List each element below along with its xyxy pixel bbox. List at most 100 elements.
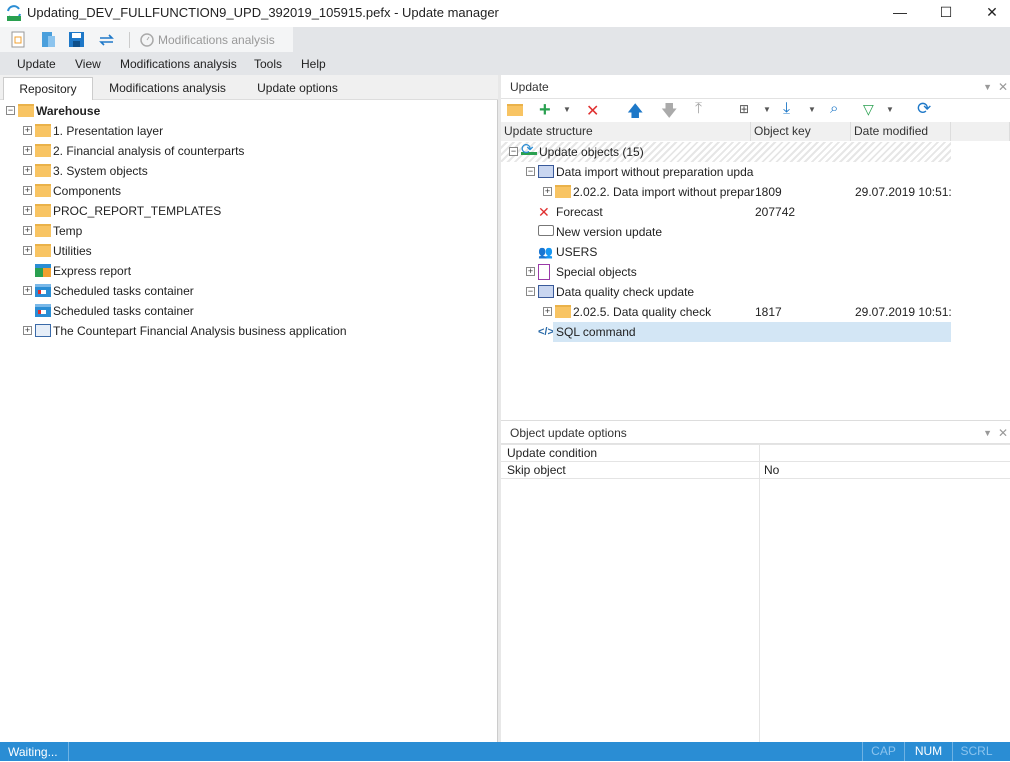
refresh-icon[interactable]: ⟳ xyxy=(917,99,931,119)
expand-icon[interactable]: + xyxy=(543,187,552,196)
folder-icon xyxy=(35,241,51,261)
update-toolbar: + ▼ ✕ 🡅 🡇 ⤒ ⊞ ▼ ⤓ ▼ ⌕ ▽ ▼ ⟳ xyxy=(501,99,1010,122)
expand-icon[interactable]: + xyxy=(23,206,32,215)
date-modified: 29.07.2019 10:51:29 xyxy=(855,305,951,319)
tree-item[interactable]: ✕ Forecast 207742 xyxy=(501,202,951,222)
collapse-icon[interactable]: − xyxy=(526,287,535,296)
menu-help[interactable]: Help xyxy=(301,57,326,71)
sync-icon[interactable] xyxy=(98,31,116,48)
expand-icon[interactable]: + xyxy=(23,146,32,155)
column-date-modified[interactable]: Date modified xyxy=(851,122,951,141)
object-key: 1809 xyxy=(755,185,782,199)
tree-item[interactable]: Express report xyxy=(0,261,498,281)
open-icon[interactable] xyxy=(40,31,58,48)
tree-item[interactable]: + Components xyxy=(0,181,498,201)
tree-item[interactable]: − Data import without preparation upda xyxy=(501,162,951,182)
delete-icon[interactable]: ✕ xyxy=(586,101,599,121)
collapse-icon[interactable]: − xyxy=(6,106,15,115)
folder-icon xyxy=(18,101,34,121)
expand-icon[interactable]: + xyxy=(23,286,32,295)
tab-repository[interactable]: Repository xyxy=(3,77,93,100)
tree-item-label: PROC_REPORT_TEMPLATES xyxy=(53,204,222,218)
grid-row[interactable]: Update condition xyxy=(501,445,1010,462)
new-document-icon[interactable] xyxy=(10,31,28,48)
tree-item-label: Components xyxy=(53,184,122,198)
expand-icon[interactable]: + xyxy=(543,307,552,316)
folder-icon xyxy=(555,302,571,322)
expand-icon[interactable]: + xyxy=(23,166,32,175)
panel-menu-icon[interactable]: ▼ xyxy=(983,421,992,445)
tree-item-label: New version update xyxy=(556,225,663,239)
menu-modifications-analysis[interactable]: Modifications analysis xyxy=(120,57,237,71)
collapse-icon[interactable]: − xyxy=(526,167,535,176)
object-key: 207742 xyxy=(755,205,796,219)
collapse-icon[interactable]: − xyxy=(509,147,518,156)
tree-item[interactable]: + Scheduled tasks container xyxy=(0,281,498,301)
tree-item[interactable]: + Utilities xyxy=(0,241,498,261)
option-value[interactable]: No xyxy=(764,462,779,479)
doc-icon xyxy=(538,262,554,282)
tree-item[interactable]: +2. Financial analysis of counterparts xyxy=(0,141,498,161)
filter-dropdown-icon[interactable]: ▼ xyxy=(886,105,894,114)
expand-icon[interactable]: + xyxy=(23,246,32,255)
download-dropdown-icon[interactable]: ▼ xyxy=(808,105,816,114)
expand-icon[interactable]: + xyxy=(23,226,32,235)
tree-item[interactable]: − ⟳ Update objects (15) xyxy=(501,142,951,162)
modifications-analysis-button[interactable]: Modifications analysis xyxy=(158,33,275,47)
minimize-button[interactable]: — xyxy=(877,0,923,27)
column-object-key[interactable]: Object key xyxy=(751,122,851,141)
tree-item[interactable]: Scheduled tasks container xyxy=(0,301,498,321)
tree-item[interactable]: − Warehouse xyxy=(0,101,498,121)
grid-row[interactable]: Skip object No xyxy=(501,462,1010,479)
folder-icon xyxy=(35,221,51,241)
tree-item[interactable]: +2.02.5. Data quality check 1817 29.07.201… xyxy=(501,302,951,322)
hierarchy-dropdown-icon[interactable]: ▼ xyxy=(763,105,771,114)
tree-item-label: 3. System objects xyxy=(53,164,148,178)
panel-close-icon[interactable]: ✕ xyxy=(998,75,1008,99)
tree-item[interactable]: </> SQL command xyxy=(501,322,951,342)
title-bar: Updating_DEV_FULLFUNCTION9_UPD_392019_10… xyxy=(0,0,1010,27)
tree-item[interactable]: + Special objects xyxy=(501,262,951,282)
filter-icon[interactable]: ▽ xyxy=(863,101,874,118)
tree-item[interactable]: − Data quality check update xyxy=(501,282,951,302)
toolbar: Modifications analysis xyxy=(0,27,1010,52)
menu-update[interactable]: Update xyxy=(17,57,56,71)
add-icon[interactable]: + xyxy=(539,99,551,121)
tab-update-options[interactable]: Update options xyxy=(245,77,350,100)
folder-icon[interactable] xyxy=(507,104,523,116)
timer-icon[interactable] xyxy=(139,31,157,48)
tree-item-label: Warehouse xyxy=(36,104,101,118)
column-filler xyxy=(951,122,1010,141)
tree-item[interactable]: 👥 USERS xyxy=(501,242,951,262)
close-button[interactable]: ✕ xyxy=(969,0,1010,27)
tab-modifications-analysis[interactable]: Modifications analysis xyxy=(100,77,235,100)
openfolder-icon xyxy=(538,282,554,302)
tree-item-label: Express report xyxy=(53,264,132,278)
tree-item-label: 2. Financial analysis of counterparts xyxy=(53,144,245,158)
search-icon[interactable]: ⌕ xyxy=(830,100,838,117)
save-icon[interactable] xyxy=(68,31,86,48)
tree-item[interactable]: +3. System objects xyxy=(0,161,498,181)
tree-item[interactable]: + PROC_REPORT_TEMPLATES xyxy=(0,201,498,221)
tree-item[interactable]: New version update xyxy=(501,222,951,242)
tree-item[interactable]: +2.02.2. Data import without prepar 1809 2… xyxy=(501,182,951,202)
expand-icon[interactable]: + xyxy=(23,186,32,195)
menu-tools[interactable]: Tools xyxy=(254,57,282,71)
hierarchy-icon[interactable]: ⊞ xyxy=(739,102,749,116)
tree-item[interactable]: + The Countepart Financial Analysis busin… xyxy=(0,321,498,341)
expand-icon[interactable]: + xyxy=(526,267,535,276)
panel-close-icon[interactable]: ✕ xyxy=(998,421,1008,445)
expand-icon[interactable]: + xyxy=(23,326,32,335)
menu-view[interactable]: View xyxy=(75,57,101,71)
expand-icon[interactable]: + xyxy=(23,126,32,135)
column-update-structure[interactable]: Update structure xyxy=(501,122,751,141)
tree-item[interactable]: + Temp xyxy=(0,221,498,241)
update-panel: Update ▼ ✕ + ▼ ✕ 🡅 🡇 ⤒ ⊞ ▼ ⤓ ▼ ⌕ ▽ ▼ ⟳ Upd… xyxy=(501,75,1010,743)
tree-item[interactable]: +1. Presentation layer xyxy=(0,121,498,141)
panel-menu-icon[interactable]: ▼ xyxy=(983,75,992,99)
move-top-icon[interactable]: ⤒ xyxy=(695,100,702,118)
add-dropdown-icon[interactable]: ▼ xyxy=(563,105,571,114)
tab-bar: Repository Modifications analysis Update… xyxy=(0,75,498,100)
download-icon[interactable]: ⤓ xyxy=(783,100,790,118)
maximize-button[interactable]: ☐ xyxy=(923,0,969,27)
